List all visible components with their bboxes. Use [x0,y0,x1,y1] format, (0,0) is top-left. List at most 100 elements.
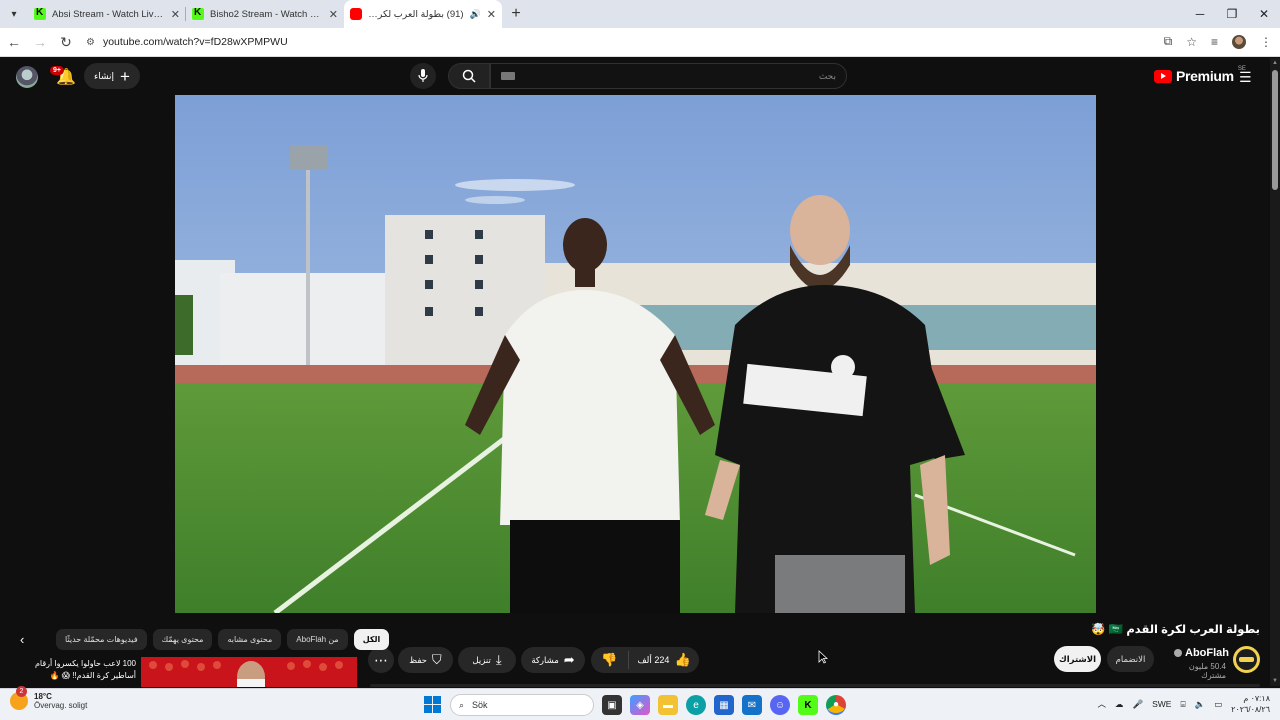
kick-icon [192,7,204,20]
notification-count-badge: 9+ [50,66,64,75]
windows-start-icon[interactable] [424,696,442,714]
search-input[interactable]: بحث [490,63,847,89]
speaker-icon[interactable]: 🔊 [470,9,481,20]
more-actions-button[interactable]: ⋯ [368,647,394,673]
microphone-icon[interactable]: 🎤 [1132,699,1143,710]
file-explorer-icon[interactable]: ▬ [658,695,678,715]
language-indicator[interactable]: SWE [1152,699,1171,709]
voice-search-mic-icon[interactable] [410,63,436,89]
share-button[interactable]: مشاركة ➦ [521,647,585,673]
site-info-icon[interactable]: ⚙ [86,37,95,48]
video-title: بطولة العرب لكرة القدم 🇸🇦 🤯 [1091,624,1260,636]
temperature: 18°C [34,692,52,701]
chrome-icon[interactable]: ● [826,695,846,715]
taskbar-apps: ⌕ Sök ▣ ◈ ▬ e ▦ ✉ ☺ K ● [424,694,846,716]
chips-scroll-left-icon[interactable]: ‹ [20,632,36,647]
weather-condition: Övervag. soligt [34,701,88,710]
like-button[interactable]: 224 ألف 👍 [629,652,699,668]
page-scrollbar[interactable]: ▲ ▼ [1270,58,1280,686]
video-player[interactable] [175,95,1096,613]
forward-icon[interactable]: → [28,34,52,50]
plus-icon: + [120,66,130,86]
tab-title: Bisho2 Stream - Watch Live on Kick [210,8,323,20]
clock-date: ٢٠٢٦/٠٨/٢٦ [1231,705,1270,714]
edge-icon[interactable]: e [686,695,706,715]
url-field[interactable]: ⚙ youtube.com/watch?v=fD28wXPMPWU [86,36,288,48]
more-menu-icon[interactable]: ⋮ [1260,35,1272,49]
download-icon: ⤓ [495,652,502,667]
download-button[interactable]: تنزيل ⤓ [458,647,516,673]
channel-name-link[interactable]: AboFlah [1174,647,1229,659]
chip-for-you[interactable]: محتوى يهمّك [152,628,213,650]
minimize-icon[interactable]: ─ [1184,0,1216,28]
create-button[interactable]: إنشاء + [84,63,140,89]
scrollbar-thumb[interactable] [1272,70,1278,190]
restore-icon[interactable]: ❐ [1216,0,1248,28]
recommendation-chips: ‹ فيديوهات محمّلة حديثًا محتوى يهمّك محت… [20,628,390,650]
search-button[interactable] [448,63,490,89]
browser-tab-2[interactable]: Bisho2 Stream - Watch Live on Kick ✕ [186,0,344,28]
install-app-icon[interactable]: ⧉ [1164,34,1173,49]
windows-taskbar: 2 18°C Övervag. soligt ⌕ Sök ▣ ◈ ▬ e ▦ ✉… [0,686,1280,720]
chip-all[interactable]: الكل [353,628,390,650]
browser-tab-1[interactable]: Absi Stream - Watch Live on Kick ✕ [28,0,186,28]
youtube-premium-logo[interactable]: Premium SE [1154,66,1246,84]
share-label: مشاركة [531,654,559,665]
dislike-button[interactable]: 👎 [591,651,629,669]
bookmark-star-icon[interactable]: ☆ [1186,35,1197,49]
tab-close-icon[interactable]: ✕ [329,8,338,21]
share-arrow-icon: ➦ [563,652,575,667]
volume-icon[interactable]: 🔈 [1195,699,1206,710]
youtube-header: 🔔 9+ إنشاء + بحث Premium SE ☰ [0,58,1270,95]
copilot-icon[interactable]: ◈ [630,695,650,715]
store-icon[interactable]: ▦ [714,695,734,715]
clock[interactable]: ٠٧:١٨ م ٢٠٢٦/٠٨/٢٦ [1231,693,1270,715]
browser-tab-3-active[interactable]: (91) بطولة العرب لكرة القدم 🤯 🔊 ✕ [344,0,502,28]
taskbar-search[interactable]: ⌕ Sök [450,694,594,716]
media-controls-icon[interactable]: ≡ [1211,35,1218,49]
address-bar: ← → ↻ ⚙ youtube.com/watch?v=fD28wXPMPWU … [0,28,1280,57]
recommended-video-thumbnail[interactable] [141,657,357,687]
keyboard-icon[interactable] [501,72,515,80]
like-count: 224 ألف [637,654,670,665]
weather-widget[interactable]: 2 18°C Övervag. soligt [10,686,88,710]
tab-close-icon[interactable]: ✕ [171,8,180,21]
close-window-icon[interactable]: ✕ [1248,0,1280,28]
onedrive-icon[interactable]: ☁ [1115,699,1124,710]
chip-recently-uploaded[interactable]: فيديوهات محمّلة حديثًا [56,628,147,650]
recommended-video-title[interactable]: 100 لاعب حاولوا يكسروا أرقام أساطير كرة … [12,658,136,682]
address-bar-actions: ⧉ ☆ ≡ ⋮ [1164,34,1272,49]
task-view-icon[interactable]: ▣ [602,695,622,715]
save-button[interactable]: حفظ ⛉ [398,647,453,673]
outlook-icon[interactable]: ✉ [742,695,762,715]
join-button[interactable]: الانضمام [1107,646,1154,672]
chip-from-channel[interactable]: من AboFlah [287,628,348,650]
tab-title: (91) بطولة العرب لكرة القدم 🤯 [368,8,464,20]
back-icon[interactable]: ← [2,34,26,50]
channel-avatar[interactable] [1233,646,1260,673]
discord-icon[interactable]: ☺ [770,695,790,715]
weather-badge: 2 [16,686,27,697]
new-tab-button[interactable]: + [504,5,528,23]
youtube-play-icon [1154,69,1172,83]
tab-close-icon[interactable]: ✕ [487,8,496,21]
taskbar-search-label: Sök [472,700,488,710]
chip-related[interactable]: محتوى مشابه [218,628,282,650]
reload-icon[interactable]: ↻ [54,34,78,51]
create-label: إنشاء [94,70,115,81]
kick-app-icon[interactable]: K [798,695,818,715]
scroll-up-arrow-icon[interactable]: ▲ [1272,60,1278,66]
account-avatar[interactable] [16,66,38,88]
url-text: youtube.com/watch?v=fD28wXPMPWU [102,36,288,48]
tray-overflow-icon[interactable]: ︿ [1097,698,1106,710]
scroll-down-arrow-icon[interactable]: ▼ [1272,678,1278,684]
profile-avatar[interactable] [1232,34,1246,49]
battery-icon[interactable]: ▭ [1214,699,1222,710]
subscribe-button[interactable]: الاشتراك [1054,646,1101,672]
network-icon[interactable]: ⌸ [1180,699,1185,710]
thumbs-up-icon: 👍 [674,652,691,667]
hamburger-menu-icon[interactable]: ☰ [1239,69,1252,86]
thumbnail-image [141,657,357,687]
tab-search-icon[interactable]: ▾ [0,0,28,28]
video-frame [175,95,1096,613]
